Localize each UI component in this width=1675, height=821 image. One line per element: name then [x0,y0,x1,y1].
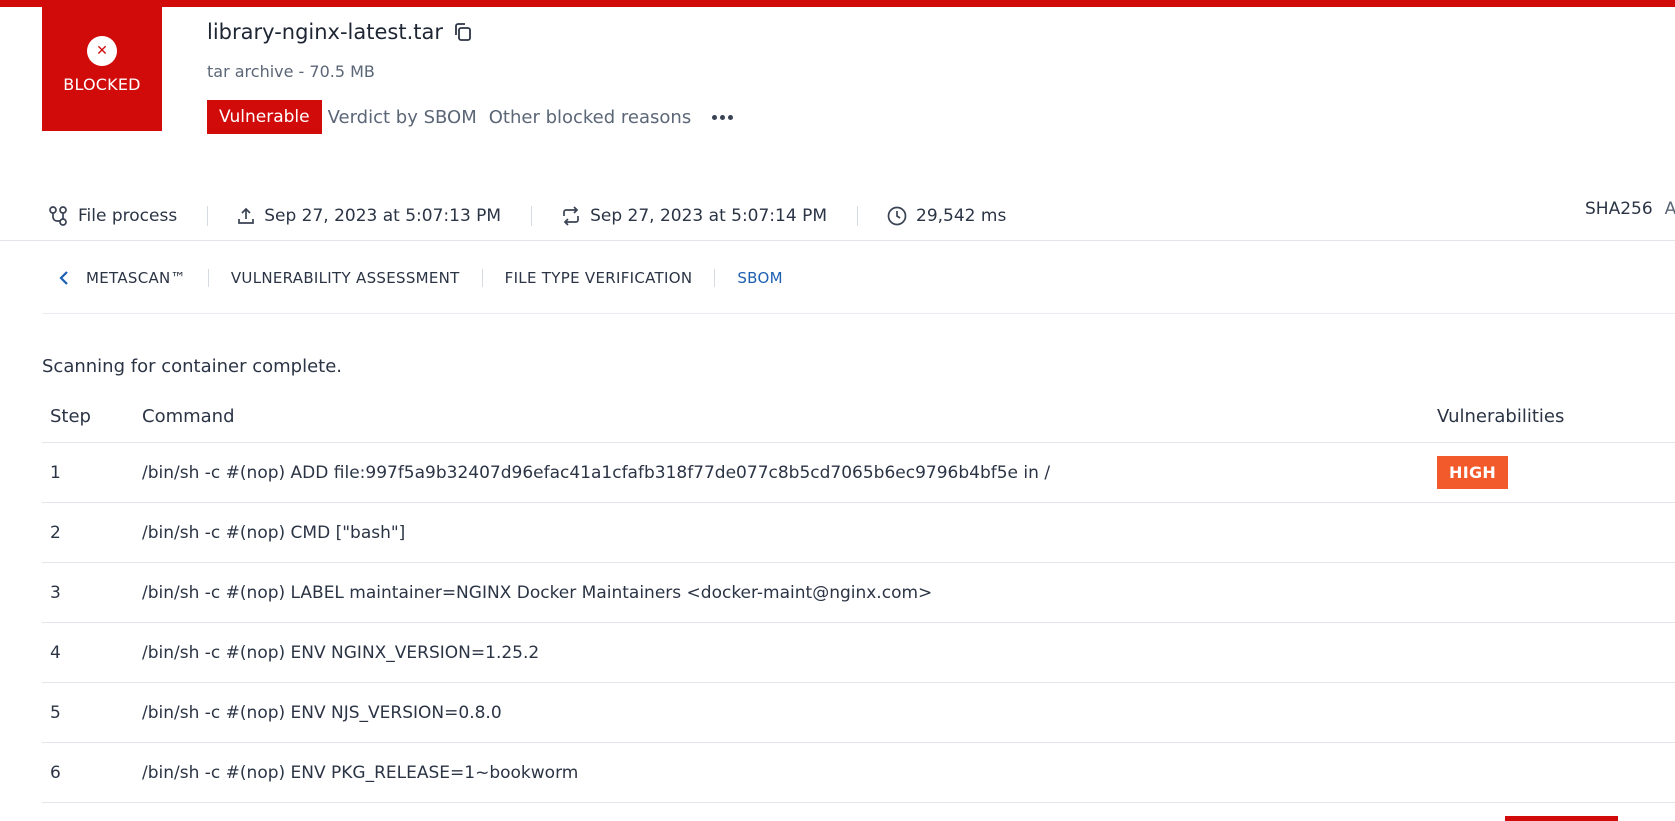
tab-sbom[interactable]: SBOM [737,269,783,287]
separator [857,205,858,226]
step-cell: 1 [50,462,61,483]
scan-status-text: Scanning for container complete. [42,356,343,377]
table-row[interactable]: 3 /bin/sh -c #(nop) LABEL maintainer=NGI… [42,563,1675,623]
scan-duration-label: 29,542 ms [916,205,1007,226]
separator [207,269,209,287]
upload-time-label: Sep 27, 2023 at 5:07:13 PM [264,205,502,226]
upload-time: Sep 27, 2023 at 5:07:13 PM [236,204,501,228]
file-name: library-nginx-latest.tar [207,20,444,44]
command-cell: /bin/sh -c #(nop) ADD file:997f5a9b32407… [142,462,1051,483]
separator [207,205,209,226]
upload-icon [238,207,255,224]
next-severity-badge-partial [1505,816,1618,821]
verdict-by-tag[interactable]: Verdict by SBOM [328,107,477,128]
step-cell: 6 [50,762,61,783]
info-divider [0,240,1675,241]
column-header-vulnerabilities[interactable]: Vulnerabilities [1437,406,1675,427]
step-cell: 2 [50,522,61,543]
command-cell: /bin/sh -c #(nop) ENV NJS_VERSION=0.8.0 [142,702,502,723]
command-cell: /bin/sh -c #(nop) ENV NGINX_VERSION=1.25… [142,642,540,663]
sbom-steps-table: Step Command Vulnerabilities 1 /bin/sh -… [42,390,1675,803]
step-cell: 4 [50,642,61,663]
sha256-value-clipped: A [1664,199,1675,219]
column-header-step[interactable]: Step [42,406,142,427]
command-cell: /bin/sh -c #(nop) ENV PKG_RELEASE=1~book… [142,762,579,783]
result-tabs: METASCAN™ VULNERABILITY ASSESSMENT FILE … [42,262,783,294]
separator [481,269,483,287]
table-row[interactable]: 4 /bin/sh -c #(nop) ENV NGINX_VERSION=1.… [42,623,1675,683]
file-process-link[interactable]: File process [48,204,177,228]
verdict-tags: Vulnerable Verdict by SBOM Other blocked… [207,100,735,134]
command-cell: /bin/sh -c #(nop) LABEL maintainer=NGINX… [142,582,933,603]
tab-file-type-verification[interactable]: FILE TYPE VERIFICATION [505,269,693,287]
processed-time: Sep 27, 2023 at 5:07:14 PM [560,204,827,228]
command-cell: /bin/sh -c #(nop) CMD ["bash"] [142,522,406,543]
vulnerability-cell: HIGH [1437,456,1675,489]
verdict-badge: ✕ BLOCKED [42,7,162,131]
separator [714,269,716,287]
severity-badge[interactable]: HIGH [1437,456,1509,489]
table-row[interactable]: 5 /bin/sh -c #(nop) ENV NJS_VERSION=0.8.… [42,683,1675,743]
chevron-left-icon[interactable] [54,266,74,290]
refresh-icon [563,205,579,226]
sha256-label: SHA256 A [1585,199,1675,219]
step-cell: 3 [50,582,61,603]
tab-metascan[interactable]: METASCAN™ [86,269,186,287]
scan-duration: 29,542 ms [886,204,1006,228]
file-meta: tar archive - 70.5 MB [207,62,375,81]
tab-vulnerability-assessment[interactable]: VULNERABILITY ASSESSMENT [231,269,460,287]
file-header: library-nginx-latest.tar [207,20,475,44]
table-header: Step Command Vulnerabilities [42,390,1675,443]
table-row[interactable]: 6 /bin/sh -c #(nop) ENV PKG_RELEASE=1~bo… [42,743,1675,803]
verdict-color-bar [0,0,1675,7]
step-cell: 5 [50,702,61,723]
tabs-divider [42,313,1675,314]
vulnerable-tag[interactable]: Vulnerable [207,100,322,134]
table-row[interactable]: 1 /bin/sh -c #(nop) ADD file:997f5a9b324… [42,443,1675,503]
column-header-command[interactable]: Command [142,406,1437,427]
table-row[interactable]: 2 /bin/sh -c #(nop) CMD ["bash"] [42,503,1675,563]
processed-time-label: Sep 27, 2023 at 5:07:14 PM [590,205,827,226]
more-options-icon[interactable] [709,105,735,129]
separator [531,205,533,226]
other-blocked-reasons-tag[interactable]: Other blocked reasons [489,107,691,128]
copy-icon[interactable] [451,20,475,44]
clock-icon [887,206,907,225]
file-process-label: File process [78,205,178,226]
verdict-label: BLOCKED [63,75,141,94]
process-icon [49,205,67,226]
scan-info-bar: File process Sep 27, 2023 at 5:07:13 PM … [0,190,1675,241]
close-circle-icon: ✕ [87,36,117,66]
